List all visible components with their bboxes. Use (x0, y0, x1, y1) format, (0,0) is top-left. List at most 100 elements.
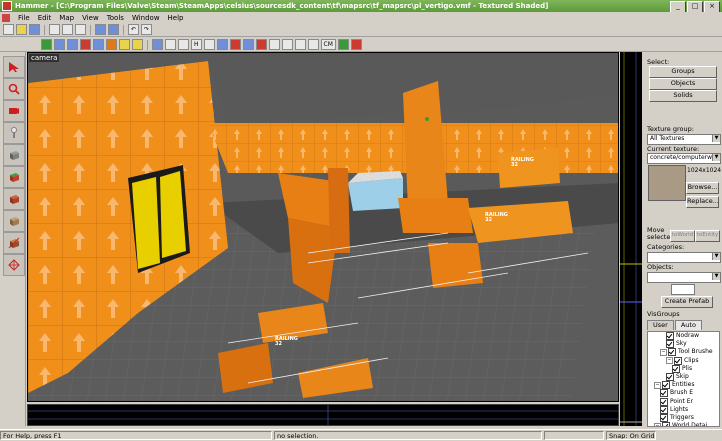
visgroup-checkbox[interactable] (674, 356, 682, 365)
create-prefab-button[interactable]: Create Prefab (661, 296, 713, 308)
select-objects-button[interactable]: Objects (649, 78, 717, 90)
expander-icon[interactable]: − (654, 422, 661, 426)
entity-report-icon[interactable] (307, 39, 319, 50)
visgroup-checkbox[interactable] (660, 405, 668, 414)
copy-icon[interactable] (62, 24, 73, 35)
menu-tools[interactable]: Tools (103, 14, 128, 22)
visgroup-checkbox[interactable] (660, 397, 668, 406)
visgroup-checkbox[interactable] (672, 364, 680, 373)
menu-file[interactable]: File (14, 14, 34, 22)
visgroup-item[interactable]: Sky (648, 340, 719, 349)
visgroup-checkbox[interactable] (666, 340, 674, 349)
align-left-icon[interactable] (203, 39, 215, 50)
align-bottom-icon[interactable] (242, 39, 254, 50)
run-map-icon[interactable] (337, 39, 349, 50)
clipping-tool[interactable] (3, 232, 25, 254)
expander-icon[interactable]: − (654, 381, 661, 389)
cut-icon[interactable] (49, 24, 60, 35)
current-texture-select[interactable]: concrete/computerwall ▼ (647, 153, 721, 164)
texture-group-select[interactable]: All Textures ▼ (647, 134, 721, 145)
prefab-count-spinner[interactable] (671, 284, 695, 295)
apply-decal-tool[interactable] (3, 188, 25, 210)
visgroup-item[interactable]: Triggers (648, 413, 719, 422)
object-properties-panel: Select: Groups Objects Solids Texture gr… (643, 52, 722, 427)
hide-selected-icon[interactable] (67, 39, 78, 50)
quick-hide-icon[interactable] (255, 39, 267, 50)
tab-user[interactable]: User (647, 320, 674, 330)
to-world-button[interactable]: toWorld (670, 230, 695, 242)
visgroup-item[interactable]: Point Er (648, 397, 719, 406)
grid-icon[interactable] (95, 24, 106, 35)
flip-horizontal-icon[interactable] (165, 39, 176, 50)
save-icon[interactable] (29, 24, 40, 35)
replace-button[interactable]: Replace... (686, 196, 719, 208)
flip-vertical-icon[interactable] (178, 39, 189, 50)
visgroup-checkbox[interactable] (660, 389, 668, 398)
texture-application-tool[interactable] (3, 166, 25, 188)
side-2d-viewport[interactable] (620, 52, 642, 426)
show-all-icon[interactable] (93, 39, 104, 50)
categories-select[interactable]: ▼ (647, 252, 721, 263)
visgroup-item[interactable]: Lights (648, 405, 719, 414)
visgroup-checkbox[interactable] (666, 373, 674, 382)
visgroup-checkbox[interactable] (668, 348, 676, 357)
menu-view[interactable]: View (78, 14, 103, 22)
new-file-icon[interactable] (3, 24, 14, 35)
expander-icon[interactable]: − (660, 348, 667, 356)
block-tool[interactable] (3, 144, 25, 166)
camera-viewport[interactable]: camera RAILING 32 RAILING 32 RAILING 32 (27, 52, 619, 402)
compile-icon[interactable] (350, 39, 362, 50)
carve-icon[interactable] (106, 39, 117, 50)
group-icon[interactable] (41, 39, 52, 50)
window-title: Hammer - [C:\Program Files\Valve\Steam\S… (15, 2, 549, 10)
redo-icon[interactable]: ↷ (141, 24, 153, 35)
camera-tool[interactable] (3, 100, 25, 122)
overlay-tool[interactable] (3, 210, 25, 232)
browse-button[interactable]: Browse... (686, 182, 719, 194)
visgroup-item[interactable]: − Entities (648, 381, 719, 390)
expander-icon[interactable]: − (666, 357, 673, 365)
menu-edit[interactable]: Edit (34, 14, 56, 22)
visgroup-item[interactable]: Plis (648, 364, 719, 373)
menu-window[interactable]: Window (128, 14, 164, 22)
tab-auto[interactable]: Auto (674, 320, 702, 330)
visgroup-item[interactable]: Brush E (648, 389, 719, 398)
open-folder-icon[interactable] (16, 24, 27, 35)
select-solids-button[interactable]: Solids (649, 90, 717, 102)
menu-map[interactable]: Map (55, 14, 78, 22)
texture-lock-icon[interactable] (119, 39, 130, 50)
undo-icon[interactable]: ↶ (128, 24, 140, 35)
align-top-icon[interactable] (229, 39, 241, 50)
area-portal-icon[interactable] (294, 39, 306, 50)
toggle-texture-icon[interactable] (281, 39, 293, 50)
menu-help[interactable]: Help (164, 14, 188, 22)
to-entity-button[interactable]: toEntity (695, 230, 720, 242)
select-groups-button[interactable]: Groups (649, 66, 717, 78)
texture-scale-lock-icon[interactable] (132, 39, 143, 50)
paste-icon[interactable] (75, 24, 86, 35)
top-2d-viewport[interactable] (27, 404, 619, 426)
ungroup-icon[interactable] (54, 39, 65, 50)
entity-tool[interactable] (3, 122, 25, 144)
visgroup-checkbox[interactable] (662, 422, 670, 426)
select-by-handles-icon[interactable] (152, 39, 163, 50)
visgroup-item[interactable]: − Clips (648, 356, 719, 365)
visgroup-checkbox[interactable] (662, 381, 670, 390)
visgroup-checkbox[interactable] (666, 332, 674, 341)
visgroup-item[interactable]: Skip (648, 373, 719, 382)
visgroup-item[interactable]: − World Detai (648, 422, 719, 426)
grid-toggle-icon[interactable] (108, 24, 119, 35)
align-right-icon[interactable] (216, 39, 228, 50)
hide-label[interactable]: H (191, 39, 202, 50)
visgroup-item[interactable]: Nodraw (648, 332, 719, 341)
visgroup-checkbox[interactable] (660, 413, 668, 422)
hide-unselected-icon[interactable] (80, 39, 91, 50)
vertex-tool[interactable] (3, 254, 25, 276)
magnify-tool[interactable] (3, 78, 25, 100)
cordon-map-label[interactable]: CM (320, 39, 336, 50)
visgroup-item[interactable]: − Tool Brushe (648, 348, 719, 357)
objects-select[interactable]: ▼ (647, 272, 721, 283)
selection-tool[interactable] (3, 56, 25, 78)
visgroups-tree: Nodraw Sky − Tool Brushe − Clips Plis Skip − Enti… (647, 331, 720, 427)
sound-icon[interactable] (268, 39, 280, 50)
